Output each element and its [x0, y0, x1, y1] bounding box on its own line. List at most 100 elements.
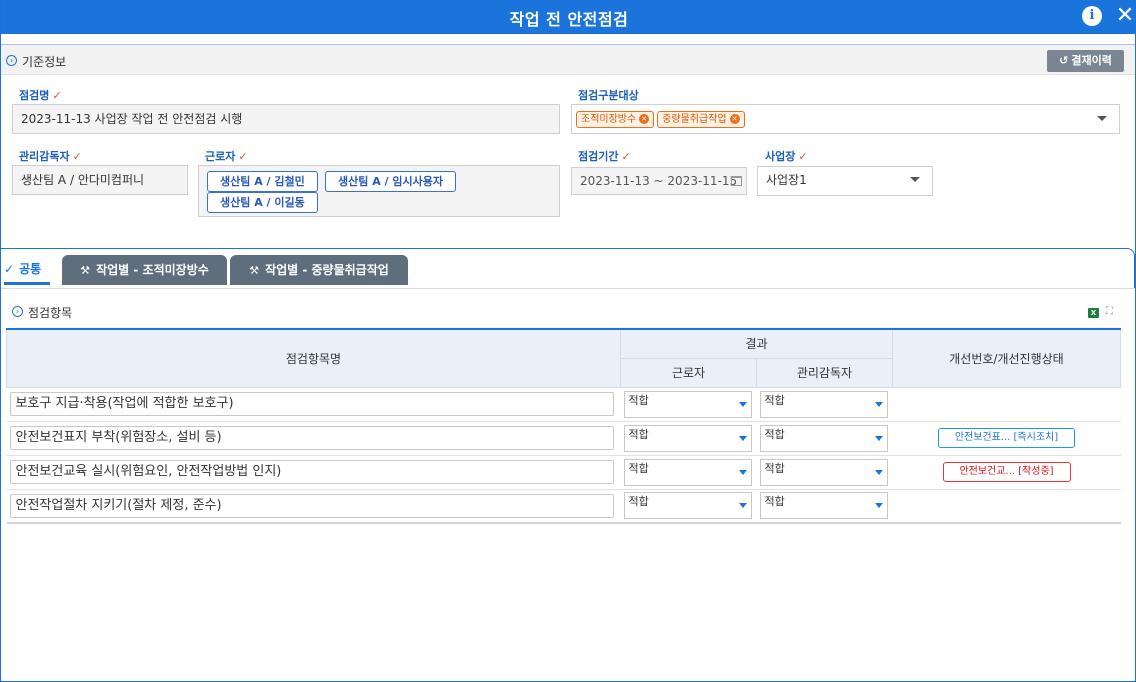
supervisor-label-text: 관리감독자 [19, 150, 70, 163]
workers-label: 근로자 ✓ [205, 148, 248, 164]
inspection-target-select[interactable]: 조적미장방수 ✕ 중량물취급작업 ✕ [571, 104, 1120, 134]
target-tag-heavy-lifting[interactable]: 중량물취급작업 ✕ [657, 111, 745, 128]
supervisor-field[interactable]: 생산팀 A / 안다미컴퍼니 [12, 165, 188, 195]
item-name-field[interactable]: 보호구 지급·착용(작업에 적합한 보호구) [9, 392, 614, 416]
col-header-result: 결과 [620, 328, 893, 359]
tab-common[interactable]: ✓ 공통 [4, 255, 50, 285]
worker-result-value: 적합 [628, 461, 649, 475]
col-header-item-name: 점검항목명 [6, 328, 621, 388]
title-bar: 작업 전 안전점검 i ✕ [1, 0, 1136, 34]
worker-result-value: 적합 [628, 393, 649, 407]
check-icon: ✓ [4, 262, 15, 276]
item-name-field[interactable]: 안전보건교육 실시(위험요인, 안전작업방법 인지) [9, 460, 614, 484]
info-icon[interactable]: i [1082, 6, 1102, 26]
basic-info-section: › 기준정보 ↺ 결재이력 점검명 ✓ 2023-11-13 사업장 작업 전 안전… [1, 44, 1135, 240]
inspection-name-field[interactable]: 2023-11-13 사업장 작업 전 안전점검 시행 [12, 104, 560, 134]
required-check-icon: ✓ [52, 89, 62, 102]
worker-result-value: 적합 [628, 495, 649, 509]
required-check-icon: ✓ [621, 150, 631, 163]
inspection-target-label: 점검구분대상 [578, 89, 639, 102]
required-check-icon: ✓ [238, 150, 248, 163]
chevron-down-icon[interactable] [910, 177, 920, 182]
improvement-cell: 안전보건표... [즉시조치] [892, 421, 1121, 456]
chevron-right-circle-icon: › [6, 55, 17, 66]
workers-field[interactable]: 생산팀 A / 김철민 생산팀 A / 임시사용자 생산팀 A / 이길동 [198, 165, 560, 217]
chevron-down-icon[interactable] [1097, 116, 1107, 121]
basic-info-header: › 기준정보 ↺ 결재이력 [1, 45, 1135, 75]
inspection-items-header: › 점검항목 X ⛶ [1, 288, 1135, 328]
chevron-down-icon [874, 469, 883, 475]
worker-tag-kim[interactable]: 생산팀 A / 김철민 [207, 171, 318, 192]
workers-label-text: 근로자 [205, 150, 236, 163]
item-name-field[interactable]: 안전보건표지 부착(위험장소, 설비 등) [9, 426, 614, 450]
hammer-icon: ⚒ [249, 264, 260, 277]
period-label-text: 점검기간 [578, 150, 619, 163]
tab-heavy-lifting[interactable]: ⚒ 작업별 - 중량물취급작업 [230, 255, 408, 285]
worker-tag-lee[interactable]: 생산팀 A / 이길동 [207, 192, 318, 213]
supervisor-label: 관리감독자 ✓ [19, 148, 82, 164]
dialog-window: 작업 전 안전점검 i ✕ › 기준정보 ↺ 결재이력 점검명 ✓ 2023-11-… [0, 0, 1136, 682]
worker-result-select[interactable]: 적합 [623, 424, 752, 452]
col-header-supervisor: 관리감독자 [756, 357, 893, 388]
inspection-items-title: 점검항목 [28, 306, 73, 320]
table-row: 보호구 지급·착용(작업에 적합한 보호구) 적합 적합 [6, 387, 1121, 422]
improvement-status-button[interactable]: 안전보건교... [작성중] [942, 462, 1071, 482]
period-label: 점검기간 ✓ [578, 148, 631, 164]
required-check-icon: ✓ [798, 150, 808, 163]
tab-masonry[interactable]: ⚒ 작업별 - 조적미장방수 [62, 255, 227, 285]
table-row: 안전보건표지 부착(위험장소, 설비 등) 적합 적합 안전보건표... [즉시… [6, 421, 1121, 456]
tab-heavy-lifting-label: 작업별 - 중량물취급작업 [265, 263, 389, 277]
remove-tag-icon[interactable]: ✕ [729, 114, 740, 124]
improvement-status-button[interactable]: 안전보건표... [즉시조치] [938, 428, 1075, 448]
inspection-items-table: 점검항목명 결과 개선번호/개선진행상태 근로자 관리감독자 보호구 지급·착용… [6, 328, 1121, 524]
col-header-worker: 근로자 [620, 357, 757, 388]
period-field[interactable]: 2023-11-13 ~ 2023-11-15 [571, 167, 747, 195]
remove-tag-icon[interactable]: ✕ [639, 114, 650, 124]
chevron-down-icon [738, 435, 747, 441]
supervisor-result-select[interactable]: 적합 [759, 458, 888, 486]
required-check-icon: ✓ [72, 150, 82, 163]
supervisor-result-value: 적합 [764, 393, 785, 407]
tab-bar: ✓ 공통 ⚒ 작업별 - 조적미장방수 ⚒ 작업별 - 중량물취급작업 [1, 248, 1135, 288]
close-icon[interactable]: ✕ [1114, 2, 1136, 30]
tab-masonry-label: 작업별 - 조적미장방수 [96, 263, 209, 277]
table-row: 안전보건교육 실시(위험요인, 안전작업방법 인지) 적합 적합 안전보건교..… [6, 455, 1121, 490]
chevron-down-icon [874, 401, 883, 407]
period-value: 2023-11-13 ~ 2023-11-15 [580, 174, 738, 188]
basic-info-title: 기준정보 [22, 55, 67, 69]
worker-result-select[interactable]: 적합 [623, 458, 752, 486]
supervisor-result-value: 적합 [764, 461, 785, 475]
target-tag-masonry[interactable]: 조적미장방수 ✕ [576, 111, 655, 128]
improvement-cell [892, 489, 1121, 524]
worker-tag-temp[interactable]: 생산팀 A / 임시사용자 [325, 171, 456, 192]
supervisor-result-value: 적합 [764, 495, 785, 509]
col-header-improvement: 개선번호/개선진행상태 [892, 328, 1121, 388]
chevron-down-icon [738, 469, 747, 475]
chevron-down-icon [874, 503, 883, 509]
site-label: 사업장 ✓ [765, 148, 808, 164]
supervisor-result-select[interactable]: 적합 [759, 492, 888, 520]
improvement-cell: 안전보건교... [작성중] [892, 455, 1121, 490]
worker-result-select[interactable]: 적합 [623, 390, 752, 418]
supervisor-result-select[interactable]: 적합 [759, 424, 888, 452]
dialog-title: 작업 전 안전점검 [509, 10, 629, 29]
calendar-icon[interactable] [731, 176, 742, 186]
item-name-field[interactable]: 안전작업절차 지키기(절차 제정, 준수) [9, 493, 614, 518]
worker-result-select[interactable]: 적합 [623, 492, 752, 520]
site-select[interactable]: 사업장1 [757, 166, 933, 196]
excel-export-icon[interactable]: X [1088, 308, 1099, 318]
inspection-name-label: 점검명 ✓ [19, 87, 62, 103]
chevron-down-icon [874, 435, 883, 441]
approval-history-button[interactable]: ↺ 결재이력 [1047, 50, 1124, 72]
site-label-text: 사업장 [765, 150, 796, 163]
tab-common-label: 공통 [19, 262, 42, 276]
supervisor-result-value: 적합 [764, 427, 785, 441]
history-icon: ↺ [1059, 54, 1069, 67]
approval-history-label: 결재이력 [1071, 54, 1112, 67]
chevron-right-circle-icon: › [12, 306, 23, 317]
target-tag-masonry-label: 조적미장방수 [581, 114, 637, 125]
site-value: 사업장1 [766, 173, 807, 187]
chevron-down-icon [738, 503, 747, 509]
supervisor-result-select[interactable]: 적합 [759, 390, 888, 418]
fullscreen-icon[interactable]: ⛶ [1106, 307, 1116, 317]
